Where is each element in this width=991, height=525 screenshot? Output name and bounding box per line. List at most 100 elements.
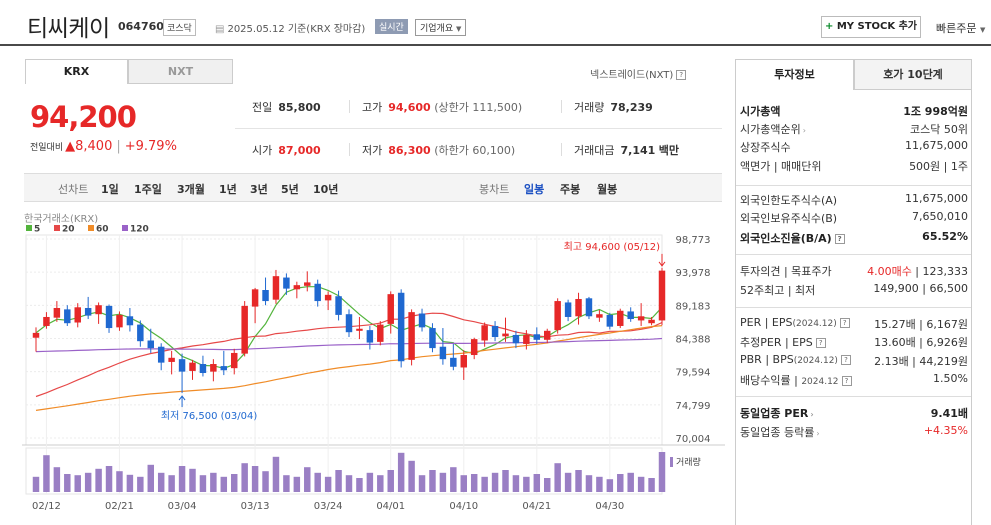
- volume-bar: [617, 474, 624, 492]
- tab-nxt[interactable]: NXT: [128, 59, 233, 84]
- line-chart-label[interactable]: 선차트: [58, 181, 88, 197]
- info-value-text: 2.13배 | 44,219원: [874, 355, 968, 368]
- candle-body: [564, 302, 572, 317]
- open-label: 시가: [252, 144, 273, 157]
- period-5y[interactable]: 5년: [281, 181, 299, 197]
- ma-legend-label: 5: [34, 225, 40, 235]
- x-tick-label: 02/21: [105, 501, 134, 512]
- info-key-text: 액면가 | 매매단위: [740, 160, 822, 173]
- chart-source-label: 한국거래소(KRX): [24, 213, 98, 225]
- period-1w[interactable]: 1주일: [134, 181, 162, 197]
- info-value-text: 코스닥 50위: [910, 123, 968, 136]
- panel-divider: [736, 185, 971, 186]
- candle-body: [105, 305, 113, 329]
- candle-daily[interactable]: 일봉: [524, 181, 544, 197]
- candle-body: [230, 352, 238, 369]
- divider: [561, 143, 562, 156]
- volume-bar: [585, 475, 593, 492]
- ma-legend-label: 120: [130, 225, 149, 235]
- volume-bar: [84, 472, 92, 492]
- info-key[interactable]: 동일업종 등락률 ›: [740, 424, 820, 440]
- candle-body: [387, 294, 394, 324]
- candle-body: [481, 325, 488, 341]
- ma-legend-swatch: [88, 225, 94, 231]
- period-10y[interactable]: 10년: [313, 181, 338, 197]
- quote-low: 저가 86,300 (하한가 60,100): [362, 142, 515, 158]
- volume-bar: [439, 472, 447, 492]
- x-tick-label: 03/13: [241, 501, 270, 512]
- panel-divider: [736, 307, 971, 308]
- quote-divider-top: [235, 128, 722, 129]
- help-icon[interactable]: ?: [840, 355, 851, 365]
- info-key-text: 외국인한도주식수(A): [740, 194, 838, 207]
- help-icon[interactable]: ?: [839, 318, 850, 328]
- volume-bar: [304, 467, 311, 492]
- info-row: PER | EPS(2024.12)? 15.27배 | 6,167원: [740, 316, 968, 332]
- separator: |: [116, 139, 121, 154]
- info-value: +4.35%: [924, 424, 968, 437]
- info-key-date: (2024.12): [793, 356, 838, 366]
- help-icon[interactable]: ?: [676, 70, 687, 80]
- candle-body: [356, 328, 363, 331]
- realtime-button[interactable]: 실시간: [375, 19, 408, 34]
- volume-bar: [241, 463, 248, 492]
- period-1d[interactable]: 1일: [101, 181, 119, 197]
- quote-prev: 전일 85,800: [252, 99, 321, 115]
- price-chart[interactable]: 한국거래소(KRX)5 20 60 120 98,773 93,978 89,183 84,3…: [22, 208, 725, 525]
- market-badge: 코스닥: [163, 19, 196, 36]
- candle-monthly[interactable]: 월봉: [597, 181, 617, 197]
- info-key[interactable]: 동일업종 PER ›: [740, 405, 814, 421]
- help-icon[interactable]: ?: [841, 376, 852, 386]
- volume-bar: [481, 476, 488, 492]
- info-value: 9.41배: [931, 405, 968, 421]
- info-value-text: 11,675,000: [905, 139, 968, 152]
- candle-body: [324, 294, 332, 301]
- volume-bar: [637, 476, 645, 492]
- volume-bar: [460, 475, 468, 492]
- period-3m[interactable]: 3개월: [177, 181, 205, 197]
- candle-chart-label[interactable]: 봉차트: [479, 181, 509, 197]
- volume-bar: [95, 468, 102, 492]
- tab-krx[interactable]: KRX: [25, 59, 128, 84]
- info-key-text: 동일업종 PER: [740, 407, 809, 420]
- info-row: 배당수익률 | 2024.12? 1.50%: [740, 372, 968, 388]
- volume-bar: [314, 472, 321, 492]
- quick-order-link[interactable]: 빠른주문 ▼: [936, 20, 985, 36]
- y-tick-label: 70,004: [676, 434, 711, 445]
- help-icon[interactable]: ?: [815, 338, 826, 348]
- volume-bar: [53, 467, 61, 492]
- volume-value: 78,239: [610, 101, 653, 114]
- company-overview-label: 기업개요: [420, 24, 454, 34]
- candle-body: [32, 332, 40, 338]
- tab-orderbook-10[interactable]: 호가 10단계: [854, 59, 972, 90]
- info-row: 동일업종 PER › 9.41배: [740, 405, 968, 421]
- candle-body: [543, 330, 551, 340]
- candle-body: [95, 305, 102, 315]
- nextrade-link[interactable]: 넥스트레이드(NXT)?: [590, 66, 687, 81]
- candle-weekly[interactable]: 주봉: [560, 181, 580, 197]
- volume-bar: [189, 468, 196, 492]
- info-key: 외국인한도주식수(A): [740, 192, 837, 208]
- amount-value: 7,141: [620, 144, 656, 157]
- volume-bar: [157, 472, 165, 492]
- my-stock-add-button[interactable]: + MY STOCK 추가: [821, 16, 921, 38]
- x-tick-label: 03/04: [168, 501, 197, 512]
- info-value: 11,675,000: [905, 192, 968, 205]
- company-overview-select[interactable]: 기업개요 ▼: [415, 19, 467, 36]
- help-icon[interactable]: ?: [834, 234, 845, 244]
- high-label: 고가: [362, 101, 383, 114]
- info-key[interactable]: 시가총액순위 ›: [740, 121, 806, 137]
- ma-line-60: [35, 325, 663, 411]
- ma-legend-swatch: [54, 225, 60, 231]
- tab-investment-info[interactable]: 투자정보: [735, 59, 854, 90]
- period-3y[interactable]: 3년: [250, 181, 268, 197]
- y-tick-label: 98,773: [676, 235, 711, 246]
- change-label: 전일대비: [30, 143, 64, 153]
- candle-body: [293, 285, 301, 290]
- info-key: 배당수익률 | 2024.12?: [740, 372, 852, 388]
- x-tick-label: 03/24: [314, 501, 343, 512]
- period-1y[interactable]: 1년: [219, 181, 237, 197]
- candle-body: [157, 346, 165, 363]
- open-value: 87,000: [278, 144, 321, 157]
- volume-bar: [64, 474, 71, 492]
